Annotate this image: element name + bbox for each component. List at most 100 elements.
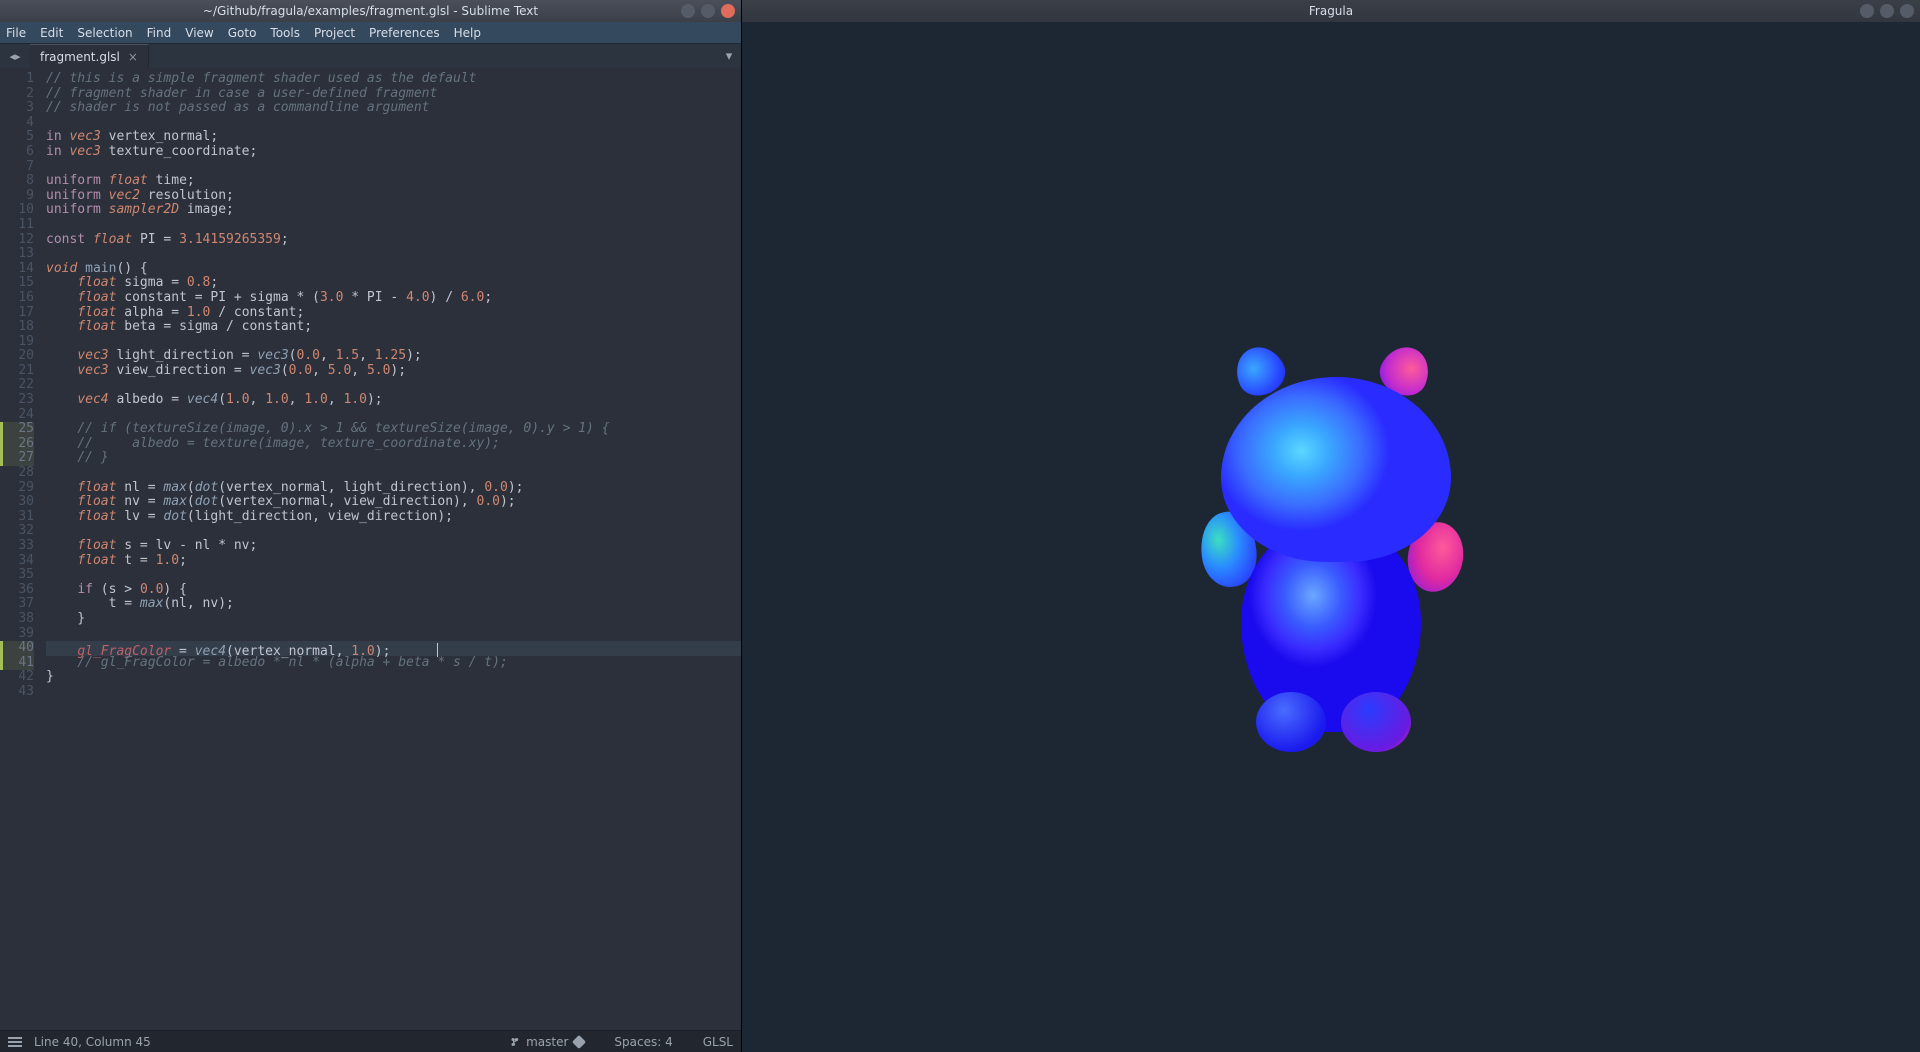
rendered-model bbox=[1191, 322, 1471, 752]
sidebar-toggle-icon[interactable] bbox=[8, 1037, 22, 1047]
menu-project[interactable]: Project bbox=[314, 26, 355, 40]
code-line[interactable]: // gl_FragColor = albedo * nl * (alpha +… bbox=[46, 656, 741, 671]
line-number: 27 bbox=[0, 451, 34, 466]
git-dirty-icon bbox=[572, 1034, 586, 1048]
code-line[interactable] bbox=[46, 335, 741, 350]
code-line[interactable]: in vec3 vertex_normal; bbox=[46, 130, 741, 145]
status-git-branch[interactable]: master bbox=[510, 1035, 584, 1049]
code-line[interactable]: // this is a simple fragment shader used… bbox=[46, 72, 741, 87]
tab-nav-arrows[interactable]: ◂▸ bbox=[0, 44, 30, 68]
code-line[interactable]: float constant = PI + sigma * (3.0 * PI … bbox=[46, 291, 741, 306]
line-number: 4 bbox=[0, 116, 34, 131]
menu-tools[interactable]: Tools bbox=[270, 26, 300, 40]
gl-viewport[interactable] bbox=[742, 22, 1920, 1052]
code-line[interactable] bbox=[46, 160, 741, 175]
code-line[interactable]: // } bbox=[46, 451, 741, 466]
code-line[interactable]: // fragment shader in case a user-define… bbox=[46, 87, 741, 102]
menu-edit[interactable]: Edit bbox=[40, 26, 63, 40]
preview-maximize-button[interactable] bbox=[1880, 4, 1894, 18]
line-number: 2 bbox=[0, 87, 34, 102]
menu-view[interactable]: View bbox=[185, 26, 213, 40]
code-line[interactable]: float sigma = 0.8; bbox=[46, 276, 741, 291]
menu-goto[interactable]: Goto bbox=[228, 26, 257, 40]
code-line[interactable]: vec3 light_direction = vec3(0.0, 1.5, 1.… bbox=[46, 349, 741, 364]
tab-fragment-glsl[interactable]: fragment.glsl × bbox=[30, 44, 149, 68]
line-number: 22 bbox=[0, 378, 34, 393]
line-number: 42 bbox=[0, 670, 34, 685]
line-number-gutter: 1234567891011121314151617181920212223242… bbox=[0, 68, 40, 1030]
code-line[interactable]: const float PI = 3.14159265359; bbox=[46, 233, 741, 248]
code-line[interactable]: uniform vec2 resolution; bbox=[46, 189, 741, 204]
code-area[interactable]: // this is a simple fragment shader used… bbox=[40, 68, 741, 1030]
code-editor[interactable]: 1234567891011121314151617181920212223242… bbox=[0, 68, 741, 1030]
code-line[interactable] bbox=[46, 524, 741, 539]
window-minimize-button[interactable] bbox=[681, 4, 695, 18]
code-line[interactable]: in vec3 texture_coordinate; bbox=[46, 145, 741, 160]
code-line[interactable]: gl_FragColor = vec4(vertex_normal, 1.0); bbox=[46, 641, 741, 656]
code-line[interactable] bbox=[46, 378, 741, 393]
code-line[interactable]: } bbox=[46, 612, 741, 627]
status-indent[interactable]: Spaces: 4 bbox=[614, 1035, 672, 1049]
line-number: 19 bbox=[0, 335, 34, 350]
line-number: 9 bbox=[0, 189, 34, 204]
tabstrip: ◂▸ fragment.glsl × ▾ bbox=[0, 44, 741, 68]
code-line[interactable]: uniform sampler2D image; bbox=[46, 203, 741, 218]
code-line[interactable]: vec4 albedo = vec4(1.0, 1.0, 1.0, 1.0); bbox=[46, 393, 741, 408]
code-line[interactable] bbox=[46, 466, 741, 481]
preview-title: Fragula bbox=[1309, 4, 1353, 18]
code-line[interactable] bbox=[46, 627, 741, 642]
menu-help[interactable]: Help bbox=[454, 26, 481, 40]
code-line[interactable]: float t = 1.0; bbox=[46, 554, 741, 569]
code-line[interactable]: vec3 view_direction = vec3(0.0, 5.0, 5.0… bbox=[46, 364, 741, 379]
preview-titlebar[interactable]: Fragula bbox=[742, 0, 1920, 22]
line-number: 13 bbox=[0, 247, 34, 262]
line-number: 40 bbox=[0, 641, 34, 656]
menu-selection[interactable]: Selection bbox=[77, 26, 132, 40]
menu-file[interactable]: File bbox=[6, 26, 26, 40]
code-line[interactable] bbox=[46, 116, 741, 131]
code-line[interactable]: void main() { bbox=[46, 262, 741, 277]
line-number: 31 bbox=[0, 510, 34, 525]
code-line[interactable]: float nv = max(dot(vertex_normal, view_d… bbox=[46, 495, 741, 510]
line-number: 26 bbox=[0, 437, 34, 452]
line-number: 25 bbox=[0, 422, 34, 437]
code-line[interactable] bbox=[46, 247, 741, 262]
preview-close-button[interactable] bbox=[1900, 4, 1914, 18]
preview-minimize-button[interactable] bbox=[1860, 4, 1874, 18]
code-line[interactable]: float nl = max(dot(vertex_normal, light_… bbox=[46, 481, 741, 496]
line-number: 16 bbox=[0, 291, 34, 306]
code-line[interactable] bbox=[46, 218, 741, 233]
code-line[interactable]: // shader is not passed as a commandline… bbox=[46, 101, 741, 116]
line-number: 37 bbox=[0, 597, 34, 612]
editor-titlebar[interactable]: ~/Github/fragula/examples/fragment.glsl … bbox=[0, 0, 741, 22]
menubar: File Edit Selection Find View Goto Tools Projec… bbox=[0, 22, 741, 44]
code-line[interactable]: t = max(nl, nv); bbox=[46, 597, 741, 612]
code-line[interactable]: // albedo = texture(image, texture_coord… bbox=[46, 437, 741, 452]
line-number: 21 bbox=[0, 364, 34, 379]
code-line[interactable]: float alpha = 1.0 / constant; bbox=[46, 306, 741, 321]
code-line[interactable]: float beta = sigma / constant; bbox=[46, 320, 741, 335]
tab-close-icon[interactable]: × bbox=[128, 50, 138, 64]
window-close-button[interactable] bbox=[721, 4, 735, 18]
line-number: 14 bbox=[0, 262, 34, 277]
window-maximize-button[interactable] bbox=[701, 4, 715, 18]
code-line[interactable] bbox=[46, 685, 741, 700]
code-line[interactable] bbox=[46, 408, 741, 423]
code-line[interactable] bbox=[46, 568, 741, 583]
code-line[interactable]: float s = lv - nl * nv; bbox=[46, 539, 741, 554]
code-line[interactable]: uniform float time; bbox=[46, 174, 741, 189]
menu-find[interactable]: Find bbox=[147, 26, 172, 40]
line-number: 3 bbox=[0, 101, 34, 116]
status-cursor-position: Line 40, Column 45 bbox=[34, 1035, 151, 1049]
line-number: 34 bbox=[0, 554, 34, 569]
tab-overflow-dropdown[interactable]: ▾ bbox=[721, 48, 737, 64]
line-number: 6 bbox=[0, 145, 34, 160]
line-number: 30 bbox=[0, 495, 34, 510]
code-line[interactable]: } bbox=[46, 670, 741, 685]
code-line[interactable]: // if (textureSize(image, 0).x > 1 && te… bbox=[46, 422, 741, 437]
git-branch-icon bbox=[510, 1036, 522, 1048]
code-line[interactable]: if (s > 0.0) { bbox=[46, 583, 741, 598]
status-syntax[interactable]: GLSL bbox=[703, 1035, 733, 1049]
code-line[interactable]: float lv = dot(light_direction, view_dir… bbox=[46, 510, 741, 525]
menu-preferences[interactable]: Preferences bbox=[369, 26, 440, 40]
